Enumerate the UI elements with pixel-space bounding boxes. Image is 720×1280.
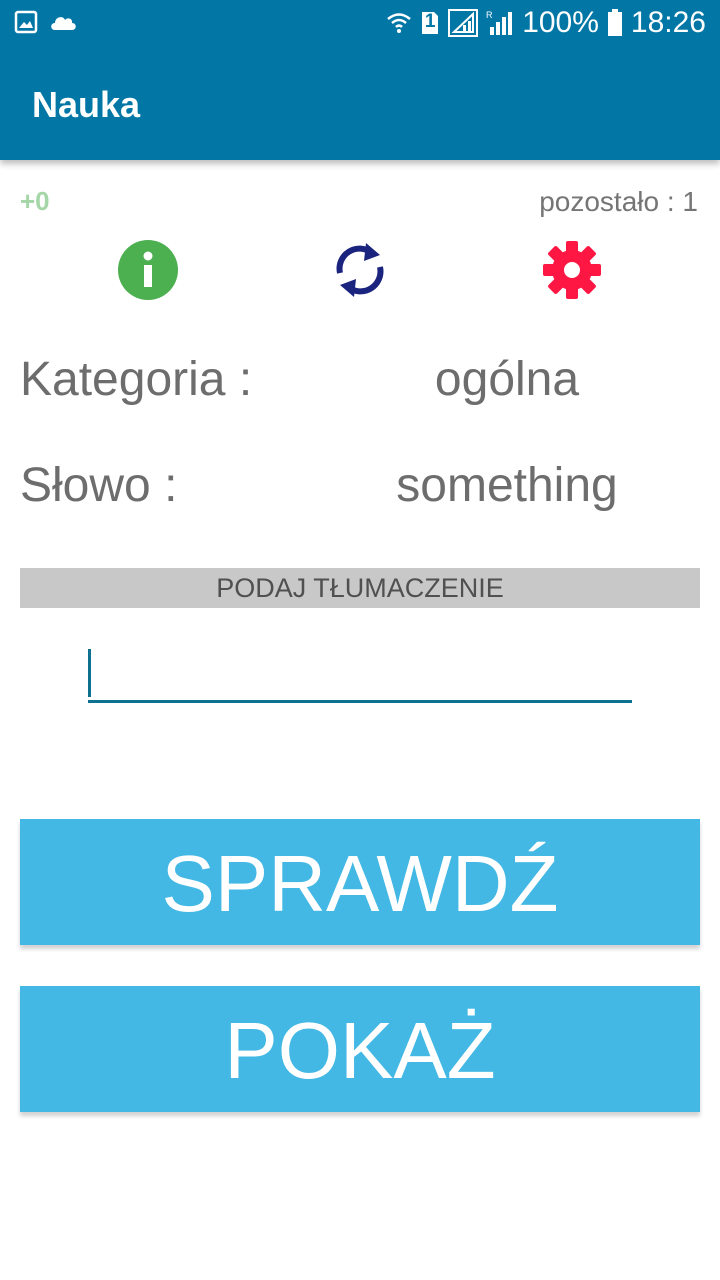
status-bar: 1 R 100% 18:26 [0,0,720,48]
signal-icon: R [486,9,514,37]
sim-badge: 1 [424,11,436,32]
battery-icon [607,9,623,37]
show-button[interactable]: POKAŻ [20,986,700,1112]
refresh-icon [336,243,384,297]
translation-input[interactable] [88,644,632,703]
app-bar: 1 R 100% 18:26 Nauka [0,0,720,160]
text-caret [88,649,91,697]
word-value: something [396,459,618,512]
score-counter: +0 [20,186,50,216]
wifi-icon [386,10,412,36]
info-icon [118,240,178,300]
app-title: Nauka [32,84,141,125]
info-button[interactable] [116,238,180,302]
prompt-banner: PODAJ TŁUMACZENIE [20,568,700,608]
signal-roaming-icon [448,9,479,37]
category-label: Kategoria : [20,353,253,406]
refresh-button[interactable] [328,238,392,302]
remaining-counter: pozostało : 1 [539,186,698,217]
check-button[interactable]: SPRAWDŹ [20,819,700,945]
image-icon [14,10,38,39]
battery-percent: 100% [522,6,599,39]
settings-button[interactable] [540,238,604,302]
status-bar-right: 1 R 100% 18:26 [386,6,706,40]
sim-icon: 1 [420,10,440,36]
svg-text:R: R [486,10,493,20]
gear-icon [543,241,601,299]
category-value: ogólna [434,353,580,406]
cloud-icon [48,12,78,37]
status-bar-left [14,10,78,39]
word-label: Słowo : [20,459,178,512]
clock: 18:26 [630,6,706,39]
